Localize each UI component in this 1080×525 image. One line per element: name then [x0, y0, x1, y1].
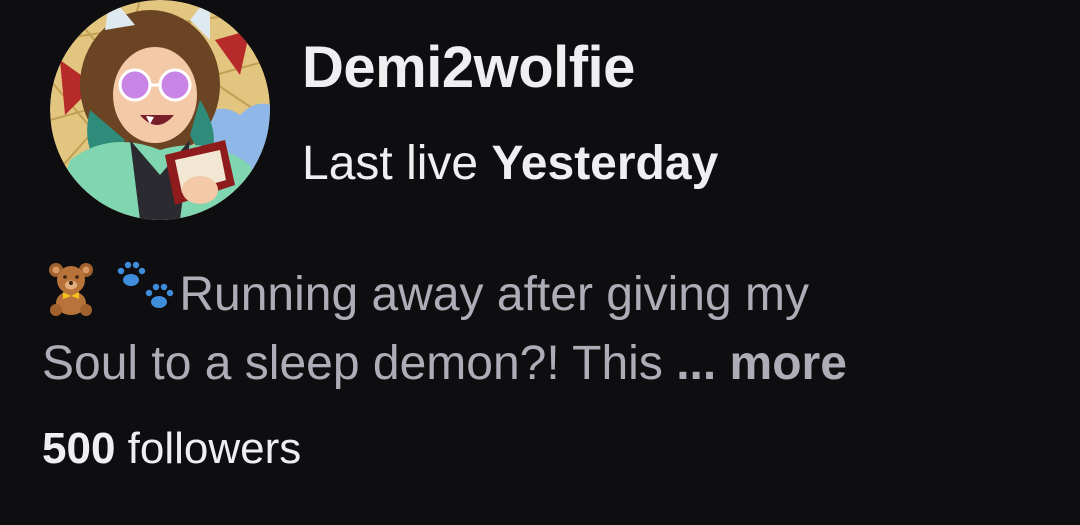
follower-count-number: 500 [42, 424, 116, 473]
channel-name[interactable]: Demi2wolfie [302, 34, 635, 101]
channel-profile: Demi2wolfie Last live Yesterday Running … [0, 0, 1080, 525]
last-live-value: Yesterday [491, 137, 719, 190]
follower-count: 500 followers [42, 424, 301, 474]
channel-avatar[interactable] [50, 0, 270, 220]
avatar-illustration [50, 0, 270, 220]
bio-line-2: Soul to a sleep demon?! This [42, 337, 663, 390]
bio-ellipsis: ... [676, 337, 717, 390]
teddy-bear-icon [42, 258, 100, 332]
paw-prints-icon [113, 258, 179, 332]
last-live-status: Last live Yesterday [302, 136, 718, 191]
last-live-label: Last live [302, 137, 479, 190]
bio-line-1: Running away after giving my [179, 268, 809, 321]
follower-count-label: followers [127, 424, 302, 473]
bio-more-link[interactable]: more [730, 337, 847, 390]
channel-bio: Running away after giving my Soul to a s… [42, 258, 1042, 395]
